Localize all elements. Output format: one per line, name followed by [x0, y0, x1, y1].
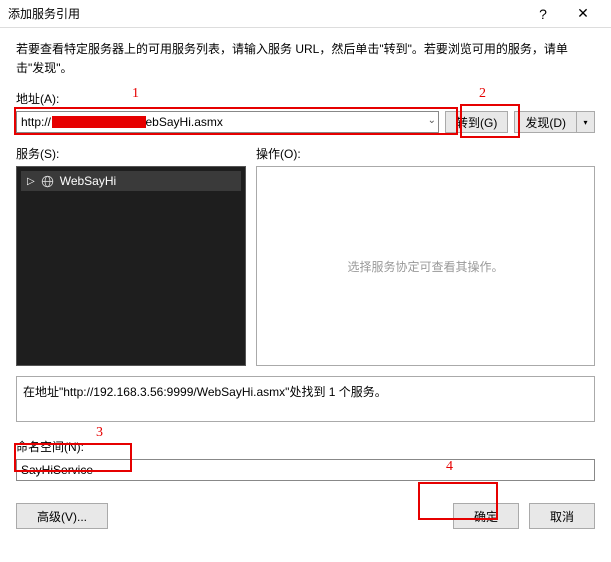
address-combo[interactable]: ⌄ — [16, 111, 439, 133]
services-label: 服务(S): — [16, 145, 246, 162]
service-name: WebSayHi — [60, 174, 116, 188]
globe-icon — [41, 175, 54, 188]
titlebar: 添加服务引用 ? ✕ — [0, 0, 611, 28]
operations-label: 操作(O): — [256, 145, 595, 162]
address-label: 地址(A): — [16, 90, 595, 107]
discover-button[interactable]: 发现(D) — [514, 111, 577, 133]
help-button[interactable]: ? — [523, 0, 563, 28]
cancel-button[interactable]: 取消 — [529, 503, 595, 529]
namespace-input[interactable] — [16, 459, 595, 481]
close-button[interactable]: ✕ — [563, 0, 603, 28]
services-tree[interactable]: ▷ WebSayHi — [16, 166, 246, 366]
ok-button[interactable]: 确定 — [453, 503, 519, 529]
address-input[interactable] — [16, 111, 439, 133]
intro-text: 若要查看特定服务器上的可用服务列表，请输入服务 URL，然后单击"转到"。若要浏… — [16, 40, 595, 78]
namespace-label: 命名空间(N): — [16, 438, 595, 455]
discover-dropdown[interactable]: ▾ — [577, 111, 595, 133]
go-button[interactable]: 转到(G) — [445, 111, 508, 133]
status-text: 在地址"http://192.168.3.56:9999/WebSayHi.as… — [23, 385, 387, 399]
advanced-button[interactable]: 高级(V)... — [16, 503, 108, 529]
window-title: 添加服务引用 — [8, 5, 523, 22]
operations-list[interactable]: 选择服务协定可查看其操作。 — [256, 166, 595, 366]
expand-arrow-icon: ▷ — [27, 176, 35, 187]
service-item[interactable]: ▷ WebSayHi — [21, 171, 241, 191]
operations-placeholder: 选择服务协定可查看其操作。 — [347, 258, 503, 275]
status-box: 在地址"http://192.168.3.56:9999/WebSayHi.as… — [16, 376, 595, 422]
